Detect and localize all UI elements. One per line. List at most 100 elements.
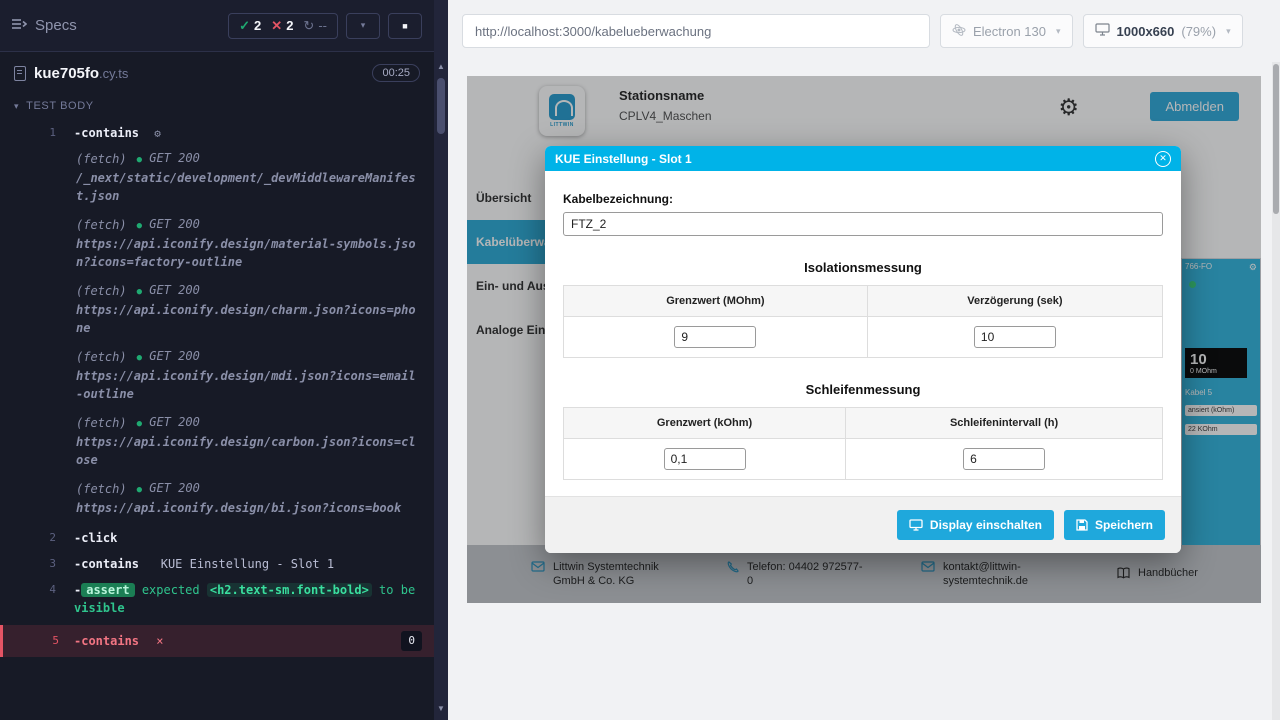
verzoegerung-sek-input[interactable] xyxy=(974,326,1056,348)
fetch-url: https://api.iconify.design/bi.json?icons… xyxy=(76,499,416,517)
step-number: 2 xyxy=(0,529,56,547)
fetch-log-entry[interactable]: (fetch)● GET 200 https://api.iconify.des… xyxy=(0,345,434,411)
schleifenintervall-input[interactable] xyxy=(963,448,1045,470)
modal-title: KUE Einstellung - Slot 1 xyxy=(555,152,692,166)
speichern-button[interactable]: Speichern xyxy=(1064,510,1165,540)
log-step-contains-1[interactable]: 1 -contains ⚙ xyxy=(0,120,434,147)
browser-select[interactable]: Electron 130 ▾ xyxy=(940,14,1073,48)
stop-icon: ■ xyxy=(402,21,407,31)
electron-icon xyxy=(952,23,966,40)
scroll-down-icon[interactable]: ▼ xyxy=(434,702,448,716)
fetch-log-entry[interactable]: (fetch) ● GET 200 https://api.iconify.des… xyxy=(0,213,434,279)
display-icon xyxy=(909,519,923,531)
kabelbezeichnung-input[interactable] xyxy=(563,212,1163,236)
page-scrollbar[interactable] xyxy=(1272,62,1280,720)
stop-button[interactable]: ■ xyxy=(388,13,422,39)
runner-scrollbar-thumb[interactable] xyxy=(437,78,445,134)
scroll-up-icon[interactable]: ▲ xyxy=(434,60,448,74)
check-icon: ✓ xyxy=(239,18,250,34)
cmd-argument xyxy=(146,557,160,571)
log-step-contains-2[interactable]: 3 -contains KUE Einstellung - Slot 1 xyxy=(0,551,434,577)
assert-mid: to be xyxy=(379,583,415,597)
spec-file-icon xyxy=(14,66,26,81)
status-dot-icon: ● xyxy=(137,221,142,231)
cmd-name: click xyxy=(81,531,117,545)
kue-settings-modal: KUE Einstellung - Slot 1 ✕ Kabelbezeichn… xyxy=(545,146,1181,553)
table-cell xyxy=(564,439,846,480)
url-input[interactable] xyxy=(462,14,930,48)
grenzwert-kohm-input[interactable] xyxy=(664,448,746,470)
chevron-down-icon: ▾ xyxy=(361,20,366,31)
viewport-select[interactable]: 1000x660 (79%) ▾ xyxy=(1083,14,1243,48)
fetch-url: https://api.iconify.design/mdi.json?icon… xyxy=(76,367,416,403)
command-log: 1 -contains ⚙ (fetch)● GET 200 /_next/st… xyxy=(0,120,434,657)
fetch-label: (fetch) xyxy=(76,216,127,234)
column-header: Grenzwert (kOhm) xyxy=(564,408,846,439)
fetch-method: GET 200 xyxy=(149,283,200,297)
save-floppy-icon xyxy=(1076,519,1088,531)
cmd-argument-text: KUE Einstellung - Slot 1 xyxy=(161,557,334,571)
table-cell xyxy=(867,317,1162,358)
runner-scrollbar[interactable]: ▲ ▼ xyxy=(434,0,448,720)
step-number: 3 xyxy=(0,555,56,573)
fetch-log-entry[interactable]: (fetch) ● GET 200 https://api.iconify.des… xyxy=(0,279,434,345)
match-count-badge: 0 xyxy=(401,631,422,651)
spec-duration-badge: 00:25 xyxy=(372,64,420,82)
cmd-name: contains xyxy=(81,126,139,140)
test-body-label: TEST BODY xyxy=(26,100,94,112)
collapse-button[interactable]: ▾ xyxy=(346,13,380,39)
log-step-contains-failed[interactable]: 5 -contains × 0 xyxy=(0,625,434,657)
status-dot-icon: ● xyxy=(137,155,142,165)
test-stats: ✓2 ✕2 ↻-- xyxy=(228,13,338,39)
status-dot-icon: ● xyxy=(137,287,142,297)
chevron-down-icon: ▾ xyxy=(1226,26,1231,37)
pending-stat: ↻-- xyxy=(303,18,327,34)
step-number: 4 xyxy=(0,581,56,599)
spec-row[interactable]: kue705fo.cy.ts 00:25 xyxy=(0,52,434,94)
test-body-toggle[interactable]: ▾ TEST BODY xyxy=(0,94,434,120)
specs-label: Specs xyxy=(35,17,77,34)
specs-button[interactable]: Specs xyxy=(12,17,77,34)
fetch-label: (fetch) xyxy=(76,282,127,300)
fetch-method: GET 200 xyxy=(149,415,200,429)
modal-header: KUE Einstellung - Slot 1 ✕ xyxy=(545,146,1181,171)
fetch-log-entry[interactable]: (fetch)● GET 200 /_next/static/developme… xyxy=(0,147,434,213)
assert-target-element: <h2.text-sm.font-bold> xyxy=(207,583,372,597)
cypress-runner-panel: Specs ✓2 ✕2 ↻-- ▾ ■ kue705fo.cy.ts 00:25… xyxy=(0,0,434,720)
x-icon: ✕ xyxy=(271,18,282,34)
modal-footer: Display einschalten Speichern xyxy=(545,496,1181,553)
display-einschalten-button[interactable]: Display einschalten xyxy=(897,510,1054,540)
chevron-down-icon: ▾ xyxy=(14,101,19,112)
fetch-method: GET 200 xyxy=(149,151,200,165)
fetch-label: (fetch) xyxy=(76,348,127,366)
fetch-log-entry[interactable]: (fetch)● GET 200 https://api.iconify.des… xyxy=(0,477,434,525)
isolationsmessung-title: Isolationsmessung xyxy=(563,260,1163,275)
spec-extension: .cy.ts xyxy=(99,66,128,81)
refresh-icon: ↻ xyxy=(303,18,314,34)
grenzwert-mohm-input[interactable] xyxy=(674,326,756,348)
table-cell xyxy=(564,317,868,358)
viewport-icon xyxy=(1095,23,1110,39)
close-icon[interactable]: ✕ xyxy=(1155,151,1171,167)
fetch-method: GET 200 xyxy=(149,481,200,495)
fetch-url: https://api.iconify.design/charm.json?ic… xyxy=(76,301,416,337)
fetch-method: GET 200 xyxy=(149,217,200,231)
fetch-url: https://api.iconify.design/material-symb… xyxy=(76,235,416,271)
runner-header: Specs ✓2 ✕2 ↻-- ▾ ■ xyxy=(0,0,434,52)
cmd-name: contains xyxy=(81,634,139,648)
log-step-assert[interactable]: 4 -assert expected <h2.text-sm.font-bold… xyxy=(0,577,434,621)
fetch-url: /_next/static/development/_devMiddleware… xyxy=(76,169,416,205)
status-dot-icon: ● xyxy=(137,419,142,429)
assert-expected: expected xyxy=(142,583,200,597)
gear-icon[interactable]: ⚙ xyxy=(154,127,161,140)
log-step-click[interactable]: 2 -click xyxy=(0,525,434,551)
step-number: 5 xyxy=(3,632,59,650)
isolationsmessung-table: Grenzwert (MOhm) Verzögerung (sek) xyxy=(563,285,1163,358)
spec-name: kue705fo.cy.ts xyxy=(34,65,128,82)
viewport-zoom: (79%) xyxy=(1181,24,1216,39)
specs-list-icon xyxy=(12,17,27,34)
fetch-label: (fetch) xyxy=(76,480,127,498)
fetch-log-entry[interactable]: (fetch)● GET 200 https://api.iconify.des… xyxy=(0,411,434,477)
page-scrollbar-thumb[interactable] xyxy=(1273,64,1279,214)
cmd-name: contains xyxy=(81,557,139,571)
